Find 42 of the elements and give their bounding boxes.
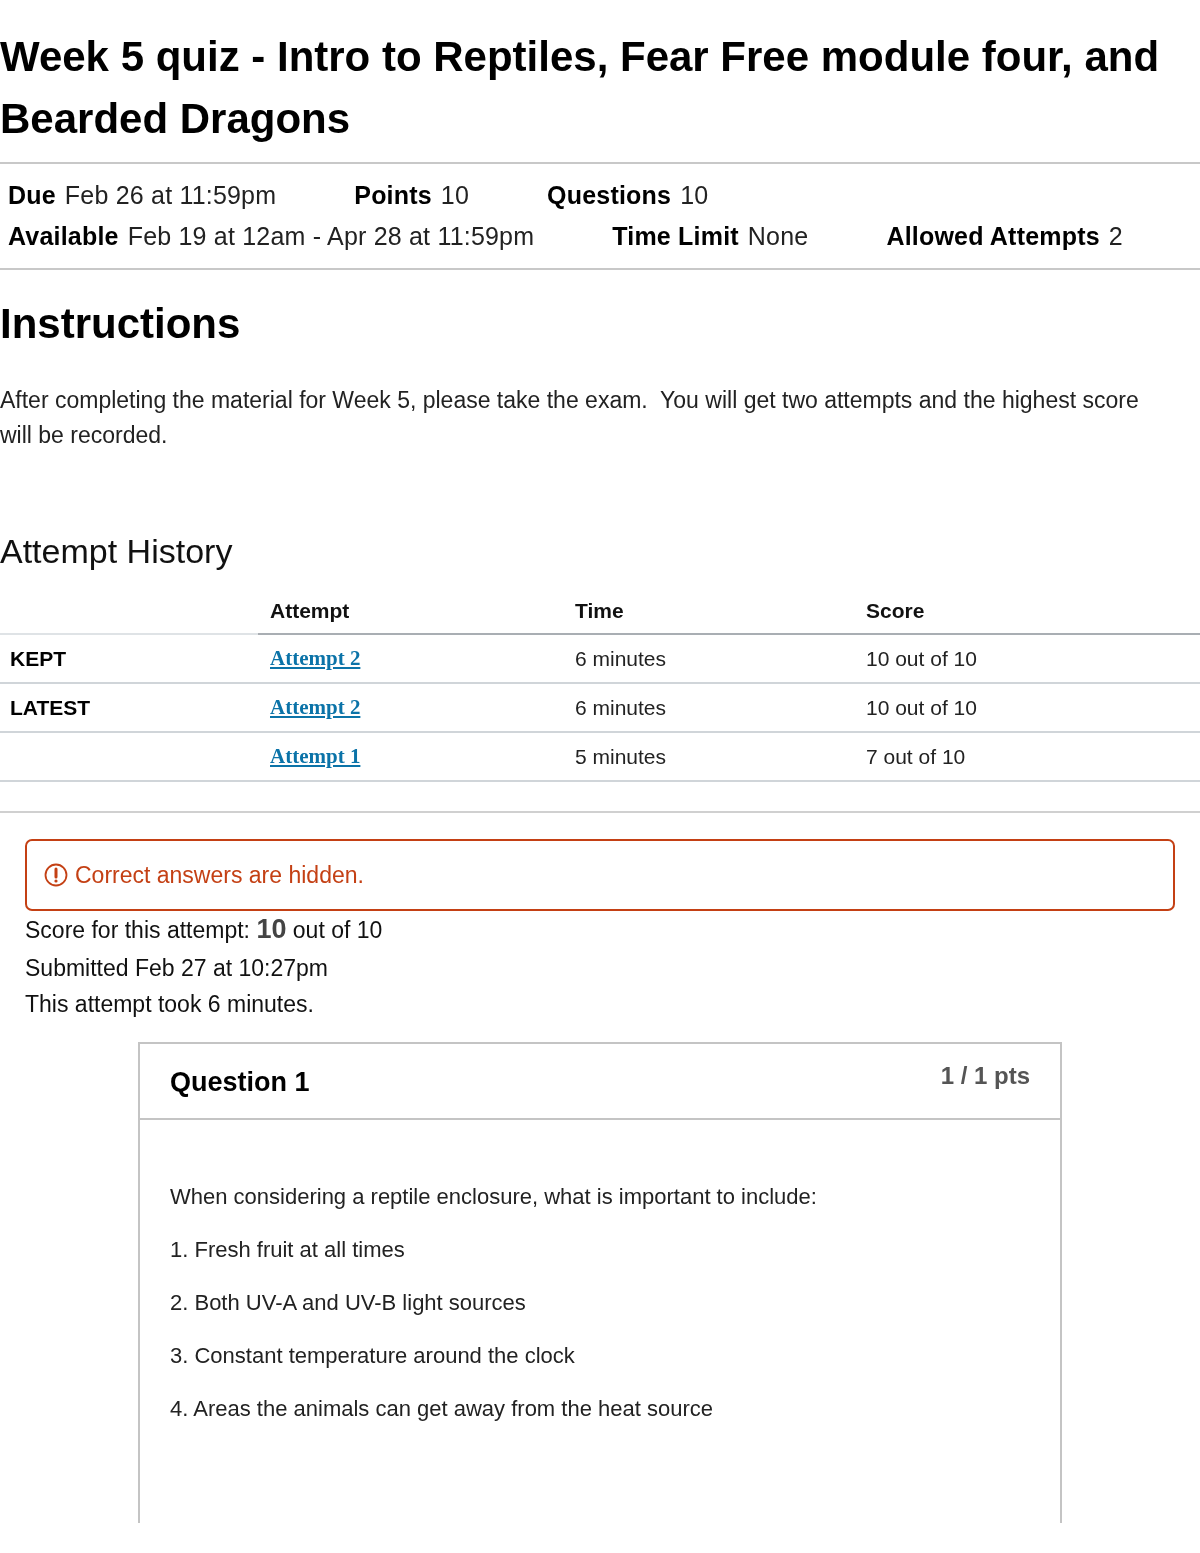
column-header: Time — [575, 599, 624, 622]
detail-label: Allowed Attempts — [886, 222, 1100, 251]
answer-option-text: 1. Fresh fruit at all times — [170, 1236, 406, 1264]
detail-value: 10 — [680, 181, 709, 210]
attempt-status-label: KEPT — [10, 646, 66, 670]
column-header: Attempt — [270, 599, 350, 622]
exclamation-circle-icon — [44, 863, 68, 887]
question-text: When considering a reptile enclosure, what is important to include: — [170, 1183, 818, 1211]
detail-value: Feb 19 at 12am - Apr 28 at 11:59pm — [127, 222, 535, 251]
attempt-link[interactable]: Attempt 1 — [270, 744, 361, 768]
alert-text: Correct answers are hidden. — [75, 861, 364, 889]
instructions-text: After completing the material for Week 5, please take the exam. You will get two attempts and the highest score will be recorded. — [0, 386, 1140, 450]
detail-value: 2 — [1108, 222, 1123, 251]
answer-option-text: 4. Areas the animals can get away from the heat source — [170, 1395, 714, 1423]
table-cell: 7 out of 10 — [866, 744, 966, 768]
detail-label: Time Limit — [612, 222, 739, 251]
attempt-status-label: LATEST — [10, 695, 91, 719]
question-points: 1 / 1 pts — [940, 1061, 1030, 1091]
question-title: Question 1 — [170, 1066, 310, 1099]
score-text: Score for this attempt: 10 out of 10 — [25, 913, 384, 946]
detail-value: Feb 26 at 11:59pm — [64, 181, 277, 210]
table-cell: 10 out of 10 — [866, 695, 977, 719]
detail-value: 10 — [440, 181, 470, 210]
detail-label: Questions — [547, 181, 672, 210]
table-cell: 6 minutes — [575, 695, 667, 719]
answer-option-text: 2. Both UV-A and UV-B light sources — [170, 1289, 527, 1317]
answer-option-text: 3. Constant temperature around the clock — [170, 1342, 576, 1370]
detail-label: Points — [354, 181, 432, 210]
table-cell: 5 minutes — [575, 744, 667, 768]
table-cell: 6 minutes — [575, 646, 667, 670]
duration-text: This attempt took 6 minutes. — [25, 990, 315, 1019]
detail-label: Due — [8, 181, 56, 210]
column-header: Score — [866, 599, 925, 622]
quiz-title: Week 5 quiz - Intro to Reptiles, Fear Free module four, and Bearded Dragons — [0, 32, 1161, 144]
detail-label: Available — [8, 222, 119, 251]
attempt-link[interactable]: Attempt 2 — [270, 646, 361, 670]
table-cell: 10 out of 10 — [866, 646, 977, 670]
section-heading: Instructions — [0, 299, 242, 349]
attempt-link[interactable]: Attempt 2 — [270, 695, 361, 719]
submitted-text: Submitted Feb 27 at 10:27pm — [25, 954, 330, 983]
section-heading: Attempt History — [0, 531, 234, 572]
detail-value: None — [747, 222, 809, 251]
